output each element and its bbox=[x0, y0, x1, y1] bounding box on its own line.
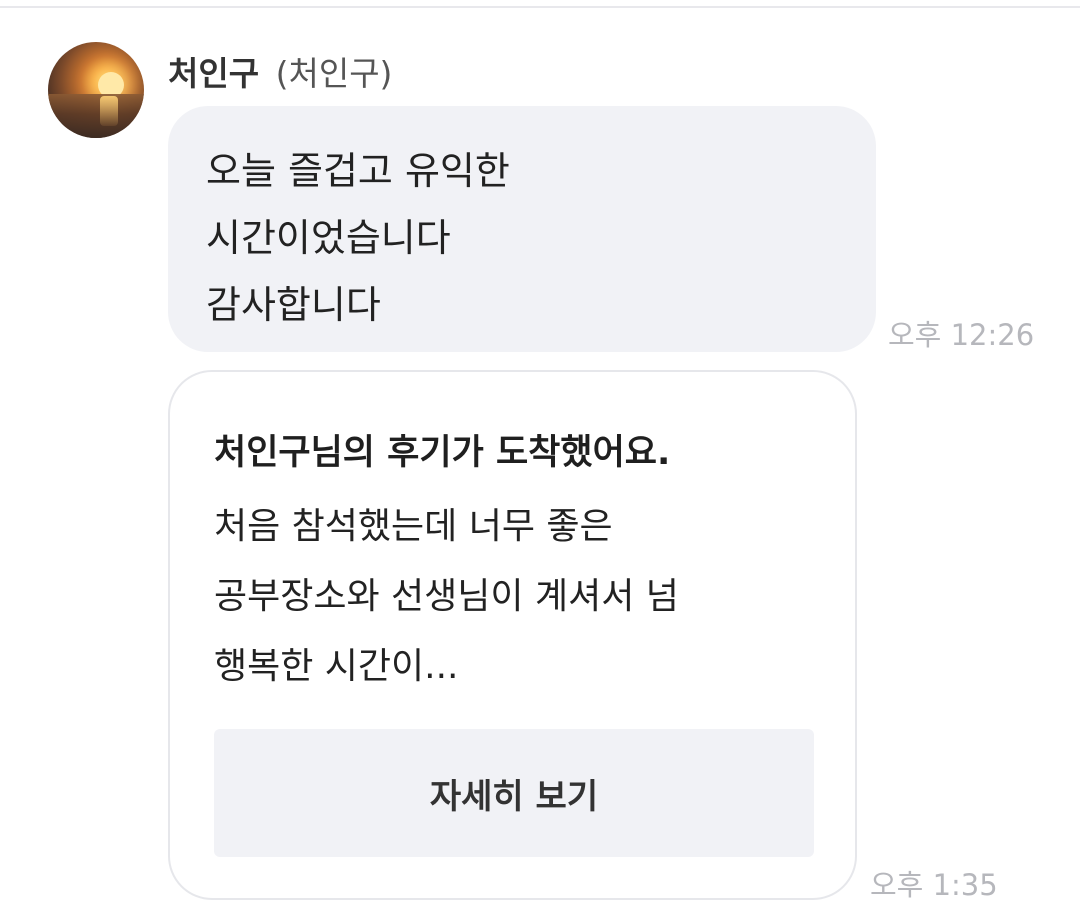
review-card-timestamp: 오후 1:35 bbox=[870, 868, 998, 902]
top-divider bbox=[0, 6, 1080, 8]
avatar-horizon bbox=[48, 94, 144, 138]
sender-sub-name: (처인구) bbox=[275, 54, 393, 93]
review-card-title: 처인구님의 후기가 도착했어요. bbox=[214, 433, 671, 473]
message-timestamp: 오후 12:26 bbox=[888, 318, 1035, 352]
view-details-button[interactable]: 자세히 보기 bbox=[214, 729, 814, 857]
avatar[interactable] bbox=[48, 42, 144, 138]
message-line: 오늘 즐겁고 유익한 bbox=[206, 149, 510, 193]
review-card-body: 처음 참석했는데 너무 좋은 공부장소와 선생님이 계셔서 넘 행복한 시간이.… bbox=[214, 492, 679, 702]
review-body-line: 처음 참석했는데 너무 좋은 bbox=[214, 506, 613, 547]
message-line: 시간이었습니다 bbox=[206, 216, 451, 260]
sender-name-row: 처인구 (처인구) bbox=[168, 50, 392, 98]
avatar-sun-reflection bbox=[100, 96, 118, 126]
review-body-line: 행복한 시간이... bbox=[214, 646, 459, 687]
sender-name: 처인구 bbox=[168, 54, 260, 93]
review-body-line: 공부장소와 선생님이 계셔서 넘 bbox=[214, 576, 679, 617]
message-bubble[interactable]: 오늘 즐겁고 유익한 시간이었습니다 감사합니다 bbox=[168, 106, 876, 352]
review-card[interactable]: 처인구님의 후기가 도착했어요. 처음 참석했는데 너무 좋은 공부장소와 선생… bbox=[168, 370, 857, 900]
message-line: 감사합니다 bbox=[206, 283, 381, 327]
